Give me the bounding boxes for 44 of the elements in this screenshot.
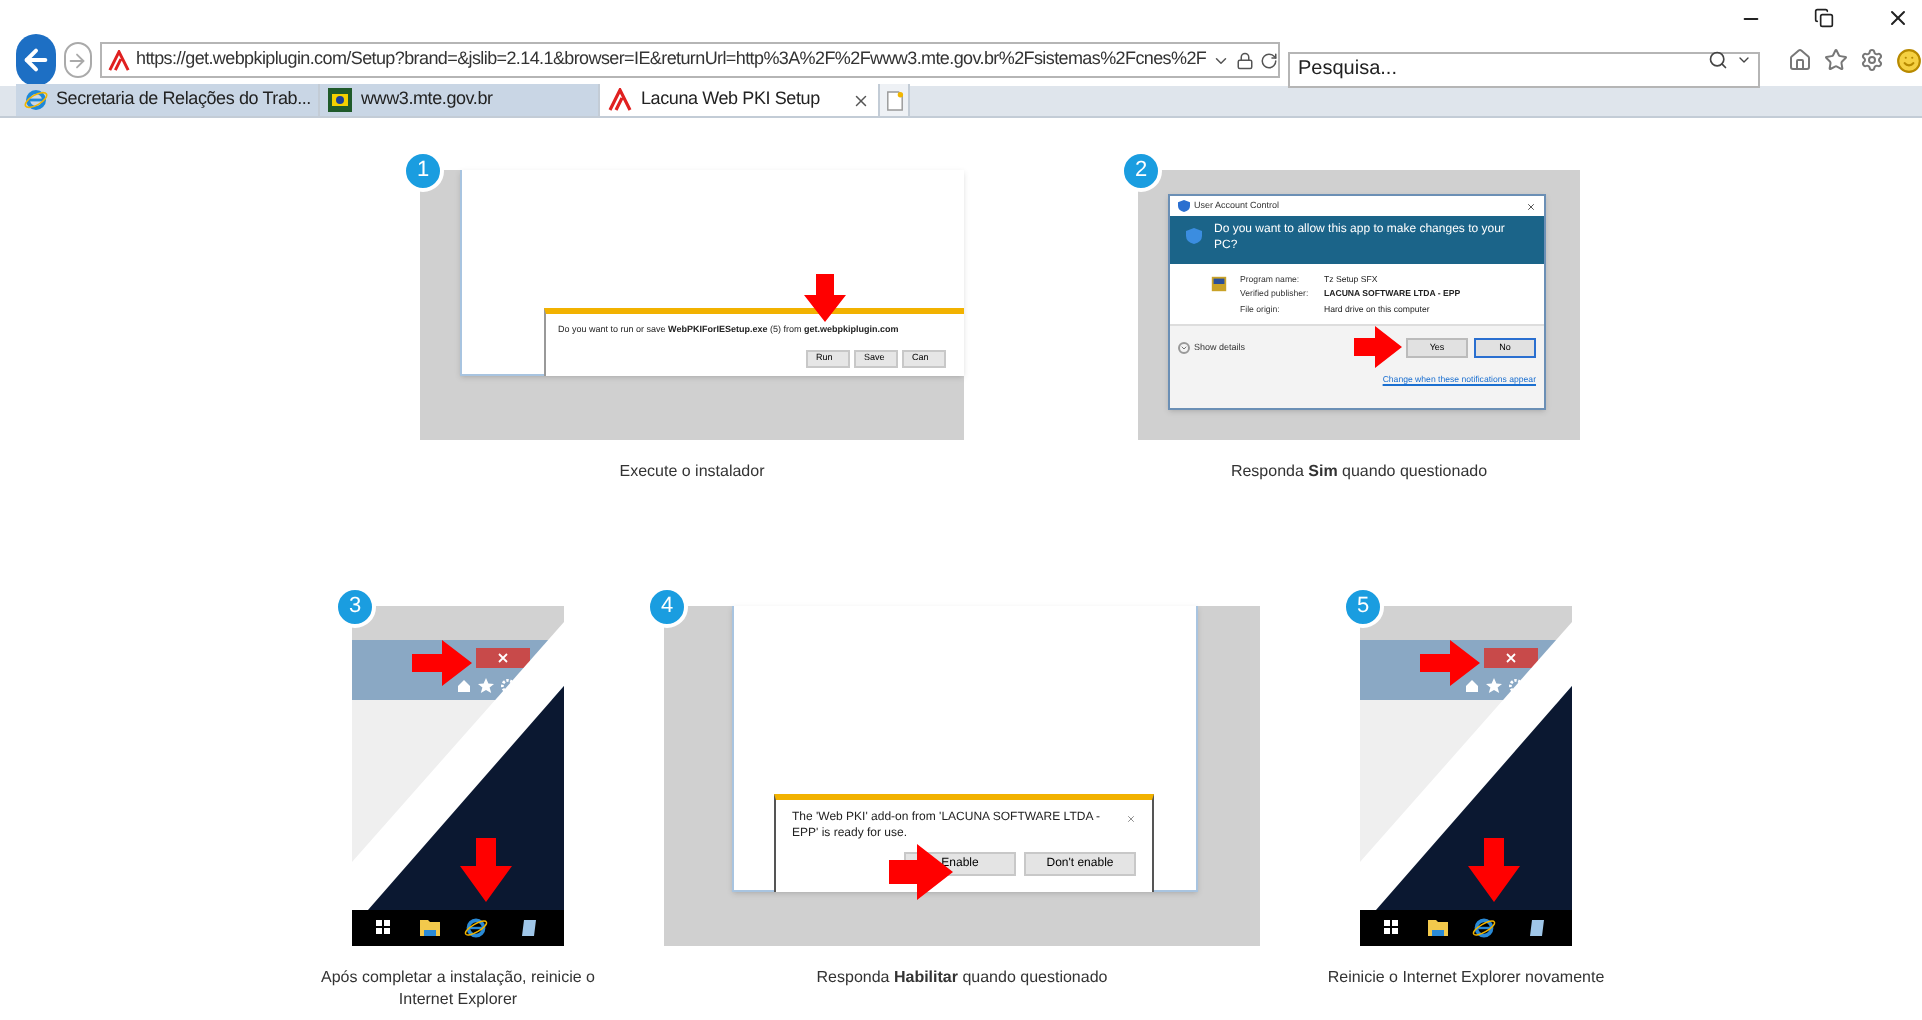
address-bar[interactable]: https://get.webpkiplugin.com/Setup?brand=&jslib=2.14.1&browser=IE&returnUrl=http%3A%2F%2Fwww3.mte.gov.br%2Fsistemas%2Fcnes%2F	[100, 42, 1280, 78]
step-number-badge: 2	[1120, 150, 1162, 192]
close-tab-icon[interactable]	[852, 91, 871, 109]
dropdown-caret-icon[interactable]	[1736, 52, 1752, 68]
question-shield-icon	[1186, 228, 1202, 244]
restore-icon[interactable]	[1814, 8, 1834, 28]
step-caption: Após completar a instalação, reinicie o Internet Explorer	[319, 966, 597, 1010]
step-caption: Responda Sim quando questionado	[1230, 460, 1488, 482]
tab-title: www3.mte.gov.br	[360, 86, 493, 113]
down-arrow-icon	[804, 274, 846, 322]
search-field[interactable]: Pesquisa...	[1288, 51, 1760, 87]
browser-tab[interactable]: Lacuna Web PKI Setup	[600, 84, 881, 116]
tab-title: Secretaria de Relações do Trab...	[56, 86, 311, 113]
browser-tab[interactable]: www3.mte.gov.br	[320, 84, 601, 116]
shield-icon	[1178, 200, 1190, 212]
back-button[interactable]	[16, 34, 56, 86]
favorites-star-icon[interactable]	[1824, 48, 1848, 72]
new-tab-icon	[885, 89, 904, 111]
lacuna-logo-icon	[108, 49, 130, 71]
site-favicon-icon	[328, 88, 353, 112]
url-text: https://get.webpkiplugin.com/Setup?brand=&jslib=2.14.1&browser=IE&returnUrl=http%3A%2F%2Fwww3.mte.gov.br%2Fsistemas%2Fcnes%2F	[136, 46, 1207, 73]
step-caption: Reinicie o Internet Explorer novamente	[1325, 966, 1607, 988]
step-caption: Responda Habilitar quando questionado	[816, 966, 1108, 988]
refresh-icon[interactable]	[1260, 51, 1279, 69]
globe-e-icon	[24, 88, 48, 112]
lock-icon[interactable]	[1236, 51, 1255, 69]
lacuna-logo-icon	[608, 88, 633, 112]
step-number-badge: 3	[334, 586, 376, 628]
search-icon[interactable]	[1708, 50, 1728, 70]
expand-chevron-icon	[1178, 342, 1190, 354]
close-icon[interactable]	[1886, 6, 1910, 30]
browser-tab[interactable]: Secretaria de Relações do Trab...	[16, 84, 321, 116]
tab-title: Lacuna Web PKI Setup	[640, 86, 820, 113]
step-number-badge: 1	[402, 150, 444, 192]
step-number-badge: 5	[1342, 586, 1384, 628]
home-icon[interactable]	[1788, 48, 1812, 72]
smiley-icon[interactable]	[1896, 47, 1922, 73]
settings-icon[interactable]	[1860, 48, 1884, 72]
forward-arrow-icon	[66, 49, 89, 71]
step-caption: Execute o instalador	[619, 460, 765, 482]
new-tab-button[interactable]	[880, 84, 911, 116]
back-arrow-icon	[19, 44, 52, 76]
step-number-badge: 4	[646, 586, 688, 628]
installer-icon	[1210, 274, 1228, 294]
